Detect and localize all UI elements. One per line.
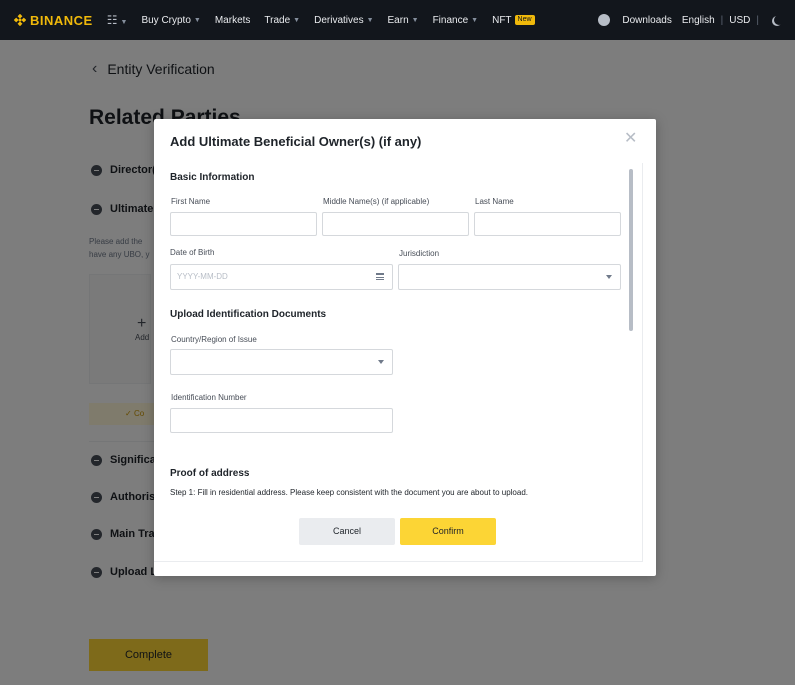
brand-logo[interactable]: BINANCE [14,13,93,28]
proof-of-address-heading: Proof of address [170,468,250,479]
basic-info-heading: Basic Information [170,172,255,183]
new-badge: New [514,15,535,25]
moon-icon[interactable] [774,15,784,25]
dob-label: Date of Birth [170,248,215,257]
chevron-down-icon [606,275,612,279]
nav-markets[interactable]: Markets [215,15,251,26]
nav-trade[interactable]: Trade ▼ [264,15,300,26]
nav-label: Trade [264,14,291,26]
downloads-link[interactable]: Downloads [622,15,671,26]
top-navigation-bar: BINANCE ☷ ▼ Buy Crypto ▼ Markets Trade ▼ De… [0,0,795,40]
calendar-icon [376,273,384,280]
user-icon[interactable] [598,14,611,26]
cancel-button[interactable]: Cancel [299,518,395,545]
nav-label: Derivatives [314,14,364,26]
jurisdiction-label: Jurisdiction [399,249,440,258]
chevron-down-icon [378,360,384,364]
middle-name-label: Middle Name(s) (if applicable) [323,197,430,206]
last-name-label: Last Name [475,197,514,206]
brand-name: BINANCE [30,12,93,28]
last-name-input[interactable] [474,212,621,236]
nav-label: Finance [432,14,469,26]
first-name-label: First Name [171,197,211,206]
confirm-button[interactable]: Confirm [400,518,496,545]
chevron-down-icon: ▼ [293,16,301,24]
dob-placeholder: YYYY-MM-DD [177,272,228,281]
upload-docs-heading: Upload Identification Documents [170,309,327,320]
id-number-label: Identification Number [171,393,247,402]
add-ubo-modal: Add Ultimate Beneficial Owner(s) (if any… [154,119,656,576]
nav-buy-crypto[interactable]: Buy Crypto ▼ [141,15,200,26]
divider: | [756,14,759,26]
scrollbar-thumb[interactable] [629,169,633,331]
id-number-input[interactable] [170,408,393,433]
modal-title: Add Ultimate Beneficial Owner(s) (if any… [170,134,422,149]
nav-label: NFT [492,14,512,26]
divider: | [720,14,724,26]
nav-derivatives[interactable]: Derivatives ▼ [314,15,373,26]
nav-label: Earn [387,14,409,26]
binance-logo-icon [14,14,26,26]
country-select[interactable] [170,349,393,375]
middle-name-input[interactable] [322,212,469,236]
close-icon[interactable]: ✕ [624,131,637,147]
first-name-input[interactable] [170,212,317,236]
jurisdiction-select[interactable] [398,264,621,290]
nav-label: Buy Crypto [141,14,191,26]
chevron-down-icon: ▼ [193,16,201,24]
chevron-down-icon: ▼ [366,16,374,24]
apps-grid-icon[interactable]: ☷ ▼ [107,13,128,27]
nav-label: Markets [214,14,251,26]
chevron-down-icon: ▼ [471,16,479,24]
nav-nft[interactable]: NFT New [492,14,535,26]
nav-finance[interactable]: Finance ▼ [433,15,479,26]
chevron-down-icon: ▼ [411,16,419,24]
nav-earn[interactable]: Earn ▼ [388,15,419,26]
language-selector[interactable]: English [682,15,715,26]
currency-selector[interactable]: USD [729,15,750,26]
country-label: Country/Region of Issue [171,335,257,344]
modal-body: Basic Information First Name Middle Name… [154,163,643,562]
proof-step-1: Step 1: Fill in residential address. Ple… [170,488,528,497]
nav-right-group: Downloads English | USD | [598,14,781,26]
dob-date-picker[interactable]: YYYY-MM-DD [170,264,393,290]
